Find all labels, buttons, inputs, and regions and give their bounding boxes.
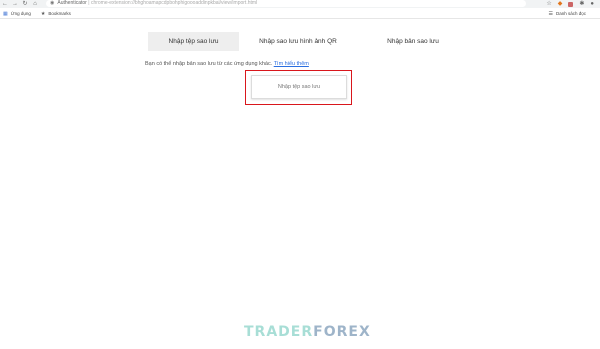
url-host: Authenticator: [57, 0, 87, 6]
address-bar[interactable]: ◉ Authenticator | chrome-extension://bhg…: [46, 0, 526, 7]
bookmark-apps[interactable]: ▦ Ứng dụng: [3, 10, 31, 18]
forward-icon[interactable]: →: [10, 0, 20, 8]
star-icon: ★: [40, 10, 46, 17]
url-path: chrome-extension://bhghoamapcdpbohphigoo…: [90, 0, 258, 6]
toolbar-actions: ☆ ◆ ✱ ●: [546, 0, 594, 8]
extensions-icon[interactable]: ✱: [579, 0, 584, 8]
extension-icon: ◉: [50, 0, 55, 6]
help-message: Bạn có thể nhập bản sao lưu từ các ứng d…: [145, 61, 273, 67]
import-tabs: Nhập tệp sao lưu Nhập sao lưu hình ảnh Q…: [148, 32, 453, 51]
learn-more-link[interactable]: Tìm hiểu thêm: [274, 61, 309, 67]
tab-import-text[interactable]: Nhập bản sao lưu: [373, 32, 453, 51]
bookmark-label: Ứng dụng: [10, 10, 31, 16]
help-text: Bạn có thể nhập bản sao lưu từ các ứng d…: [145, 61, 309, 67]
bookmarks-bar: ▦ Ứng dụng ★ Bookmarks ☰ Danh sách đọc: [0, 9, 600, 19]
bookmark-label: Bookmarks: [48, 10, 71, 16]
watermark-part-2: FOREX: [313, 324, 371, 340]
watermark-logo: TRADER FOREX: [244, 324, 371, 340]
reading-list-icon: ☰: [548, 11, 553, 17]
home-icon[interactable]: ⌂: [30, 0, 40, 8]
bookmark-bookmarks[interactable]: ★ Bookmarks: [41, 10, 71, 18]
import-file-button[interactable]: Nhập tệp sao lưu: [251, 75, 347, 99]
bookmark-star-icon[interactable]: ☆: [546, 0, 551, 8]
tab-import-qr[interactable]: Nhập sao lưu hình ảnh QR: [239, 32, 357, 51]
reload-icon[interactable]: ↻: [20, 0, 30, 8]
browser-toolbar: ← → ↻ ⌂ ◉ Authenticator | chrome-extensi…: [0, 0, 600, 8]
apps-icon: ▦: [3, 10, 8, 17]
back-icon[interactable]: ←: [0, 0, 10, 8]
authenticator-icon[interactable]: [568, 1, 574, 7]
reading-list-label: Danh sách đọc: [555, 11, 586, 16]
metamask-icon[interactable]: ◆: [558, 0, 563, 8]
profile-icon[interactable]: ●: [590, 0, 594, 8]
watermark-part-1: TRADER: [244, 324, 314, 340]
tab-import-file[interactable]: Nhập tệp sao lưu: [148, 32, 239, 51]
url-text: Authenticator | chrome-extension://bhgho…: [57, 0, 258, 6]
reading-list[interactable]: ☰ Danh sách đọc: [548, 9, 586, 19]
